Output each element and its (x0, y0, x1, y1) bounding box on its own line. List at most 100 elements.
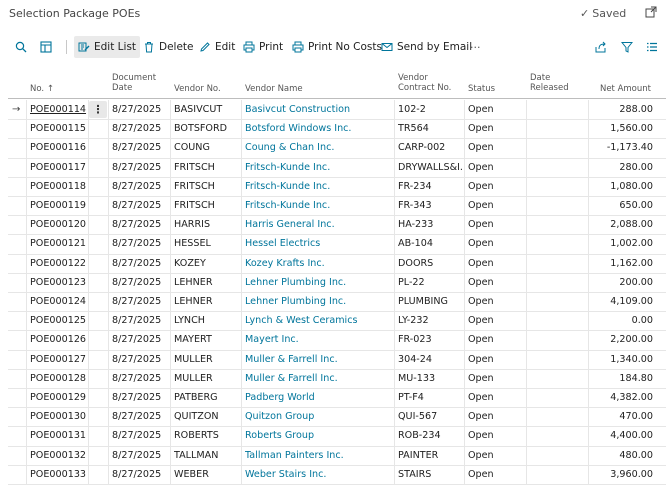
cell-document-date: 8/27/2025 (112, 372, 162, 384)
list-view-icon[interactable] (646, 41, 658, 53)
cell-vendor-name[interactable]: Mayert Inc. (245, 330, 393, 349)
cell-vendor-name[interactable]: Fritsch-Kunde Inc. (245, 158, 393, 177)
cell-vendor-contract-no: LY-232 (398, 315, 429, 327)
cell-vendor-name[interactable]: Coung & Chan Inc. (245, 138, 393, 157)
cell-no[interactable]: POE000116 (30, 138, 88, 157)
table-row[interactable]: POE000123 8/27/2025 LEHNER Lehner Plumbing … (8, 273, 666, 293)
cell-no[interactable]: POE000131 (30, 426, 88, 445)
current-row-arrow-icon: → (12, 104, 21, 115)
pencil-icon (200, 42, 210, 52)
send-by-email-button[interactable]: Send by Email (381, 36, 472, 58)
cell-vendor-name[interactable]: Quitzon Group (245, 407, 393, 426)
grid-header: No. ↑ Document Date Vendor No. Vendor Nam… (8, 66, 668, 96)
cell-vendor-name[interactable]: Padberg World (245, 388, 393, 407)
delete-button[interactable]: Delete (143, 36, 194, 58)
cell-vendor-name[interactable]: Muller & Farrell Inc. (245, 369, 393, 388)
cell-vendor-name[interactable]: Kozey Krafts Inc. (245, 254, 393, 273)
cell-vendor-name[interactable]: Botsford Windows Inc. (245, 119, 393, 138)
table-row[interactable]: POE000128 8/27/2025 MULLER Muller & Farrell… (8, 369, 666, 389)
cell-no[interactable]: POE000129 (30, 388, 88, 407)
cell-no[interactable]: POE000125 (30, 311, 88, 330)
column-header-status[interactable]: Status (468, 84, 495, 94)
table-row[interactable]: POE000117 8/27/2025 FRITSCH Fritsch-Kunde I… (8, 158, 666, 178)
cell-vendor-name[interactable]: Lehner Plumbing Inc. (245, 273, 393, 292)
cell-document-date: 8/27/2025 (112, 180, 162, 192)
open-in-new-window-icon[interactable] (645, 6, 657, 18)
filter-icon[interactable] (621, 41, 633, 53)
action-bar: Edit List Delete Edit Print Print No Cos… (0, 36, 670, 58)
cell-no[interactable]: POE000121 (30, 234, 88, 253)
table-row[interactable]: POE000131 8/27/2025 ROBERTS Roberts Group RO… (8, 426, 666, 447)
cell-status: Open (468, 219, 494, 231)
print-button[interactable]: Print (243, 36, 283, 58)
table-row[interactable]: POE000132 8/27/2025 TALLMAN Tallman Painter… (8, 446, 666, 466)
table-row[interactable]: POE000121 8/27/2025 HESSEL Hessel Electrics… (8, 234, 666, 255)
cell-vendor-name[interactable]: Tallman Painters Inc. (245, 446, 393, 465)
cell-net-amount: 480.00 (619, 449, 653, 461)
column-header-no[interactable]: No. ↑ (30, 84, 54, 94)
cell-no[interactable]: POE000117 (30, 158, 88, 177)
cell-no[interactable]: POE000114 (30, 100, 88, 119)
layout-icon[interactable] (40, 41, 52, 53)
cell-vendor-name[interactable]: Basivcut Construction (245, 100, 393, 119)
cell-vendor-name[interactable]: Muller & Farrell Inc. (245, 350, 393, 369)
print-no-costs-button[interactable]: Print No Costs (292, 36, 382, 58)
cell-no[interactable]: POE000132 (30, 446, 88, 465)
cell-no[interactable]: POE000123 (30, 273, 88, 292)
table-row[interactable]: POE000115 8/27/2025 BOTSFORD Botsford Windo… (8, 119, 666, 140)
cell-vendor-name[interactable]: Lehner Plumbing Inc. (245, 292, 393, 311)
column-header-vendor-contract-no[interactable]: Vendor Contract No. (398, 73, 451, 93)
cell-document-date: 8/27/2025 (112, 200, 162, 211)
cell-no[interactable]: POE000127 (30, 350, 88, 369)
table-row[interactable]: → ⋮ POE000114 8/27/2025 BASIVCUT Basivcut Con… (8, 100, 666, 121)
cell-no[interactable]: POE000120 (30, 215, 88, 234)
cell-no[interactable]: POE000118 (30, 177, 88, 196)
table-row[interactable]: POE000130 8/27/2025 QUITZON Quitzon Group QU… (8, 407, 666, 428)
cell-vendor-name[interactable]: Hessel Electrics (245, 234, 393, 253)
share-icon[interactable] (595, 41, 607, 53)
column-header-document-date[interactable]: Document Date (112, 73, 156, 93)
more-options-button[interactable]: ··· (470, 36, 481, 58)
table-row[interactable]: POE000125 8/27/2025 LYNCH Lynch & West Cera… (8, 311, 666, 332)
cell-no[interactable]: POE000130 (30, 407, 88, 426)
cell-no[interactable]: POE000119 (30, 196, 88, 215)
cell-vendor-name[interactable]: Lynch & West Ceramics (245, 311, 393, 330)
table-row[interactable]: POE000119 8/27/2025 FRITSCH Fritsch-Kunde I… (8, 196, 666, 217)
search-icon[interactable] (15, 41, 27, 53)
cell-no[interactable]: POE000126 (30, 330, 88, 349)
cell-vendor-name[interactable]: Harris General Inc. (245, 215, 393, 234)
column-header-vendor-contract-line2: Contract No. (398, 83, 452, 93)
table-row[interactable]: POE000116 8/27/2025 COUNG Coung & Chan Inc.… (8, 138, 666, 159)
table-row[interactable]: POE000120 8/27/2025 HARRIS Harris General I… (8, 215, 666, 236)
table-row[interactable]: POE000127 8/27/2025 MULLER Muller & Farrell… (8, 350, 666, 370)
table-row[interactable]: POE000118 8/27/2025 FRITSCH Fritsch-Kunde I… (8, 177, 666, 197)
cell-vendor-no: LYNCH (174, 315, 206, 327)
table-row[interactable]: POE000122 8/27/2025 KOZEY Kozey Krafts Inc.… (8, 254, 666, 274)
column-divider (26, 100, 27, 484)
edit-list-button[interactable]: Edit List (74, 36, 141, 58)
cell-no[interactable]: POE000122 (30, 254, 88, 273)
cell-date-released (530, 388, 586, 407)
cell-vendor-contract-no: PT-F4 (398, 392, 424, 403)
cell-status: Open (468, 334, 494, 346)
cell-no[interactable]: POE000124 (30, 292, 88, 311)
cell-vendor-name[interactable]: Roberts Group (245, 426, 393, 445)
column-header-net-amount[interactable]: Net Amount (591, 84, 651, 94)
cell-date-released (530, 407, 586, 426)
column-header-vendor-name[interactable]: Vendor Name (245, 84, 303, 94)
column-header-date-released[interactable]: Date Released (530, 73, 569, 93)
cell-no[interactable]: POE000128 (30, 369, 88, 388)
cell-status: Open (468, 392, 494, 403)
table-row[interactable]: POE000126 8/27/2025 MAYERT Mayert Inc. FR-02… (8, 330, 666, 351)
cell-vendor-name[interactable]: Fritsch-Kunde Inc. (245, 177, 393, 196)
column-header-vendor-no[interactable]: Vendor No. (174, 84, 221, 94)
table-row[interactable]: POE000124 8/27/2025 LEHNER Lehner Plumbing … (8, 292, 666, 313)
cell-net-amount: -1,173.40 (606, 142, 653, 154)
edit-button[interactable]: Edit (199, 36, 235, 58)
row-actions-button[interactable]: ⋮ (89, 101, 107, 118)
cell-no[interactable]: POE000115 (30, 119, 88, 138)
cell-vendor-contract-no: 102-2 (398, 104, 426, 115)
cell-vendor-name[interactable]: Fritsch-Kunde Inc. (245, 196, 393, 215)
table-row[interactable]: POE000129 8/27/2025 PATBERG Padberg World PT… (8, 388, 666, 409)
table-row[interactable]: POE000133 8/27/2025 WEBER Weber Stairs Inc.… (8, 465, 666, 485)
